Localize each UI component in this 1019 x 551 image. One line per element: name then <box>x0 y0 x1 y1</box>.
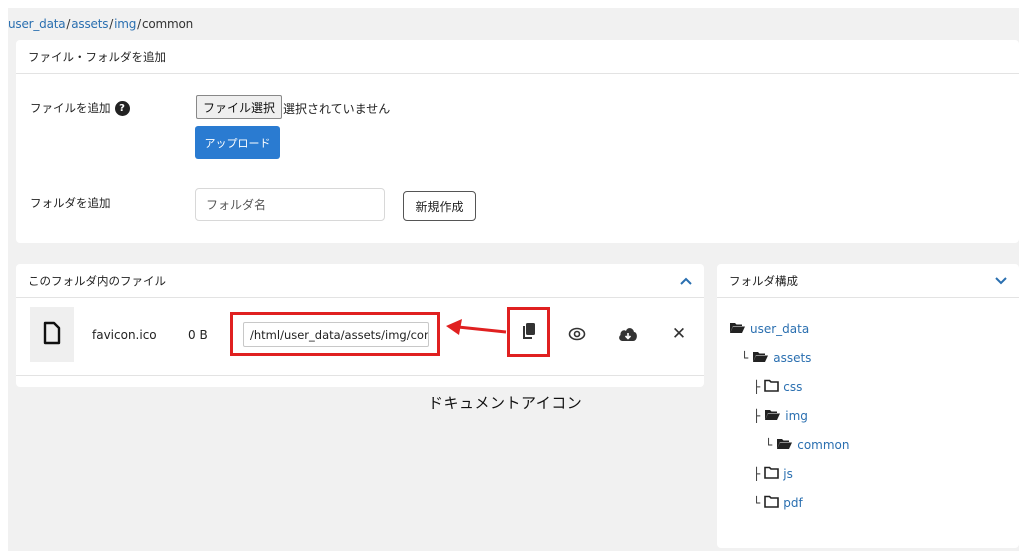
tree-label: pdf <box>783 496 803 510</box>
folder-name-input[interactable] <box>195 188 385 221</box>
create-folder-button[interactable]: 新規作成 <box>403 191 476 221</box>
upload-button[interactable]: アップロード <box>195 126 280 159</box>
add-file-folder-panel: ファイル・フォルダを追加 ファイルを追加 ? ファイル選択 選択されていません … <box>16 40 1019 243</box>
copy-icon[interactable] <box>521 322 537 343</box>
tree-item-css[interactable]: ├ css <box>753 379 802 395</box>
breadcrumb-separator: / <box>137 17 141 31</box>
file-select-status: 選択されていません <box>283 102 391 116</box>
tree-label: user_data <box>750 322 810 336</box>
files-panel-title: このフォルダ内のファイル <box>28 273 166 288</box>
add-folder-label: フォルダを追加 <box>30 196 111 210</box>
tree-branch: ├ <box>753 467 761 481</box>
tree-label: common <box>797 438 850 452</box>
tree-label: js <box>783 467 793 481</box>
tree-branch: └ <box>765 438 773 452</box>
close-icon[interactable]: ✕ <box>669 324 689 344</box>
tree-item-common[interactable]: └ common <box>765 437 850 453</box>
add-file-row-label: ファイルを追加 ? <box>30 100 130 116</box>
tree-item-pdf[interactable]: └ pdf <box>753 495 803 511</box>
file-path-input[interactable] <box>243 322 429 347</box>
file-select-button[interactable]: ファイル選択 <box>196 95 283 119</box>
cloud-download-icon[interactable] <box>618 324 638 344</box>
file-size: 0 B <box>188 328 208 342</box>
add-file-label: ファイルを追加 <box>30 101 111 115</box>
tree-panel-header[interactable]: フォルダ構成 <box>717 264 1019 298</box>
breadcrumb: user_data/assets/img/common <box>8 17 193 31</box>
tree-label: css <box>783 380 803 394</box>
tree-item-user-data[interactable]: user_data <box>729 321 809 337</box>
document-icon <box>43 321 61 348</box>
tree-item-js[interactable]: ├ js <box>753 466 793 482</box>
annotation-label: ドキュメントアイコン <box>428 394 583 412</box>
file-name: favicon.ico <box>92 328 157 342</box>
tree-label: img <box>785 409 808 423</box>
add-panel-header: ファイル・フォルダを追加 <box>16 40 1019 74</box>
chevron-down-icon[interactable] <box>995 274 1007 288</box>
tree-branch: ├ <box>753 409 761 423</box>
chevron-up-icon[interactable] <box>680 274 692 288</box>
breadcrumb-current: common <box>141 17 194 31</box>
file-thumbnail <box>30 307 74 362</box>
tree-panel-title: フォルダ構成 <box>729 273 798 288</box>
folder-icon <box>764 379 780 395</box>
folder-tree-panel: フォルダ構成 user_data └ assets ├ css ├ img └ … <box>717 264 1019 548</box>
eye-icon[interactable] <box>567 324 587 344</box>
tree-branch: └ <box>741 351 749 365</box>
breadcrumb-link-img[interactable]: img <box>114 17 136 31</box>
breadcrumb-link-assets[interactable]: assets <box>71 17 108 31</box>
folder-icon <box>764 495 780 511</box>
page-background: user_data/assets/img/common ファイル・フォルダを追加… <box>8 8 1019 551</box>
tree-item-assets[interactable]: └ assets <box>741 350 811 366</box>
tree-label: assets <box>773 351 812 365</box>
folder-icon <box>764 466 780 482</box>
add-panel-title: ファイル・フォルダを追加 <box>28 49 166 64</box>
open-folder-icon <box>729 321 746 337</box>
open-folder-icon <box>752 350 769 366</box>
breadcrumb-separator: / <box>66 17 71 31</box>
folder-files-panel: このフォルダ内のファイル favicon.ico 0 B /html/user_… <box>16 264 704 387</box>
copy-highlight-box <box>507 307 550 357</box>
tree-branch: ├ <box>753 380 761 394</box>
open-folder-icon <box>776 437 793 453</box>
open-folder-icon <box>764 408 781 424</box>
files-panel-header[interactable]: このフォルダ内のファイル <box>16 264 704 298</box>
file-row: favicon.ico 0 B ✕ <box>16 298 704 376</box>
tree-item-img[interactable]: ├ img <box>753 408 808 424</box>
help-icon[interactable]: ? <box>114 100 130 116</box>
breadcrumb-separator: / <box>109 17 114 31</box>
arrow-annotation <box>446 319 507 335</box>
breadcrumb-link-user-data[interactable]: user_data <box>8 17 66 31</box>
path-highlight-box <box>230 312 440 356</box>
tree-branch: └ <box>753 496 761 510</box>
